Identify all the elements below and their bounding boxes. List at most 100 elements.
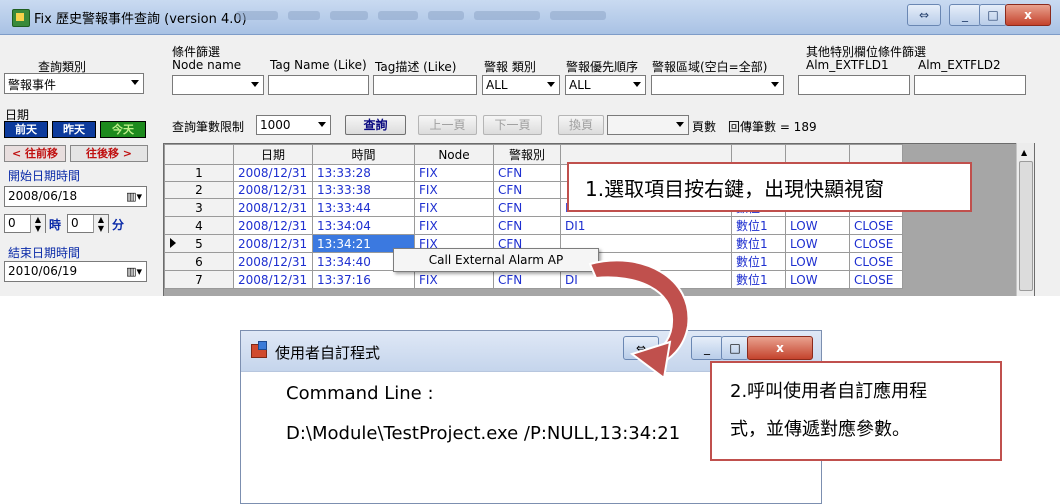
table-cell[interactable]: 數位1 <box>731 216 786 235</box>
table-cell[interactable]: CFN <box>493 164 561 182</box>
limit-select[interactable]: 1000 <box>256 115 331 135</box>
node-name-select[interactable] <box>172 75 264 95</box>
spin-arrows-icon[interactable]: ▲ ▼ <box>30 215 45 233</box>
table-cell[interactable]: CFN <box>493 216 561 235</box>
table-cell[interactable]: 2008/12/31 <box>233 234 313 253</box>
command-line-value: D:\Module\TestProject.exe /P:NULL,13:34:… <box>286 423 681 444</box>
table-cell[interactable]: LOW <box>785 234 850 253</box>
table-cell[interactable]: 2008/12/31 <box>233 198 313 217</box>
change-page-button[interactable]: 換頁 <box>558 115 604 135</box>
table-cell[interactable]: CLOSE <box>849 234 903 253</box>
context-menu[interactable]: Call External Alarm AP <box>393 248 599 272</box>
chevron-down-icon <box>318 122 326 127</box>
table-cell[interactable]: 13:37:16 <box>312 270 415 289</box>
table-cell[interactable]: FIX <box>414 164 494 182</box>
query-type-select[interactable]: 警報事件 <box>4 73 144 94</box>
priority-value: ALL <box>569 78 591 92</box>
call-external-alarm-ap-menu-item[interactable]: Call External Alarm AP <box>429 253 563 267</box>
table-cell[interactable]: 2008/12/31 <box>233 181 313 199</box>
restore-button[interactable]: ⇔ <box>907 4 941 26</box>
table-cell[interactable]: CFN <box>493 198 561 217</box>
blurred-title-segment <box>330 11 368 20</box>
minimize-button[interactable]: _ <box>949 4 981 26</box>
minute-unit-label: 分 <box>112 218 125 232</box>
grid-header-cell[interactable]: 警報別 <box>493 144 561 165</box>
maximize-button[interactable]: □ <box>979 4 1007 26</box>
table-cell[interactable]: 13:33:44 <box>312 198 415 217</box>
grid-header-cell[interactable]: Node <box>414 144 494 165</box>
shift-forward-button[interactable]: 往後移 > <box>70 145 148 162</box>
table-cell[interactable]: LOW <box>785 216 850 235</box>
grid-header-cell[interactable]: 日期 <box>233 144 313 165</box>
chevron-down-icon <box>676 122 684 127</box>
blurred-title-segment <box>236 11 278 20</box>
table-cell[interactable]: 13:33:28 <box>312 164 415 182</box>
dialog-close-button[interactable]: x <box>747 336 813 360</box>
dialog-maximize-button[interactable]: □ <box>721 336 749 360</box>
day-before-yesterday-button[interactable]: 前天 <box>4 121 48 138</box>
page-select[interactable] <box>607 115 689 135</box>
table-cell[interactable]: FIX <box>414 181 494 199</box>
table-cell[interactable]: 2008/12/31 <box>233 216 313 235</box>
table-cell[interactable]: CLOSE <box>849 252 903 271</box>
row-number-cell[interactable]: 3 <box>164 198 234 217</box>
node-name-label: Node name <box>172 58 242 72</box>
table-cell[interactable]: CFN <box>493 181 561 199</box>
table-cell[interactable]: 數位1 <box>731 270 786 289</box>
grid-header-cell[interactable]: 時間 <box>312 144 415 165</box>
shift-back-button[interactable]: < 往前移 <box>4 145 66 162</box>
scroll-thumb[interactable] <box>1019 161 1033 291</box>
table-cell[interactable]: LOW <box>785 270 850 289</box>
vertical-scrollbar[interactable]: ▲ <box>1016 143 1034 296</box>
table-cell[interactable]: LOW <box>785 252 850 271</box>
start-minute-spinner[interactable]: 0 ▲ ▼ <box>67 214 109 233</box>
extfld1-label: Alm_EXTFLD1 <box>806 58 889 72</box>
table-cell[interactable]: 數位1 <box>731 252 786 271</box>
row-number-cell[interactable]: 7 <box>164 270 234 289</box>
table-cell[interactable]: FIX <box>414 270 494 289</box>
tag-name-input[interactable] <box>268 75 369 95</box>
row-number-cell[interactable]: 5 <box>164 234 234 253</box>
curved-arrow-icon <box>588 259 690 376</box>
area-select[interactable] <box>651 75 784 95</box>
extfld2-input[interactable] <box>914 75 1026 95</box>
alarm-type-select[interactable]: ALL <box>482 75 560 95</box>
table-cell[interactable]: DI1 <box>560 216 732 235</box>
today-button[interactable]: 今天 <box>100 121 146 138</box>
table-cell[interactable]: 13:34:04 <box>312 216 415 235</box>
end-date-value: 2010/06/19 <box>8 264 78 278</box>
table-cell[interactable]: 13:33:38 <box>312 181 415 199</box>
blurred-title-segment <box>428 11 464 20</box>
close-button[interactable]: x <box>1005 4 1051 26</box>
table-cell[interactable]: 2008/12/31 <box>233 270 313 289</box>
yesterday-button[interactable]: 昨天 <box>52 121 96 138</box>
start-date-picker[interactable]: 2008/06/18 ▥▾ <box>4 186 147 207</box>
table-cell[interactable]: 2008/12/31 <box>233 252 313 271</box>
tag-desc-input[interactable] <box>373 75 477 95</box>
row-number-cell[interactable]: 4 <box>164 216 234 235</box>
priority-select[interactable]: ALL <box>565 75 646 95</box>
table-cell[interactable]: 2008/12/31 <box>233 164 313 182</box>
table-cell[interactable]: CFN <box>493 270 561 289</box>
extfld2-label: Alm_EXTFLD2 <box>918 58 1001 72</box>
row-number-cell[interactable]: 1 <box>164 164 234 182</box>
app-icon <box>12 9 30 27</box>
next-page-button[interactable]: 下一頁 <box>483 115 542 135</box>
table-cell[interactable]: FIX <box>414 198 494 217</box>
start-hour-spinner[interactable]: 0 ▲ ▼ <box>4 214 46 233</box>
table-row[interactable]: 4 2008/12/31 13:34:04 FIX CFN DI1 數位1 LOW CLOSE <box>164 216 903 235</box>
scroll-up-icon[interactable]: ▲ <box>1021 148 1027 157</box>
table-row[interactable]: 7 2008/12/31 13:37:16 FIX CFN DI 數位1 LOW CLOSE <box>164 270 903 289</box>
table-cell[interactable]: FIX <box>414 216 494 235</box>
table-cell[interactable]: CLOSE <box>849 216 903 235</box>
table-cell[interactable]: CLOSE <box>849 270 903 289</box>
query-button[interactable]: 查詢 <box>345 115 406 135</box>
row-number-cell[interactable]: 6 <box>164 252 234 271</box>
table-cell[interactable]: 數位1 <box>731 234 786 253</box>
end-date-picker[interactable]: 2010/06/19 ▥▾ <box>4 261 147 282</box>
prev-page-button[interactable]: 上一頁 <box>418 115 477 135</box>
row-number-cell[interactable]: 2 <box>164 181 234 199</box>
calendar-icon: ▥▾ <box>126 190 142 203</box>
spin-arrows-icon[interactable]: ▲ ▼ <box>93 215 108 233</box>
extfld1-input[interactable] <box>798 75 910 95</box>
